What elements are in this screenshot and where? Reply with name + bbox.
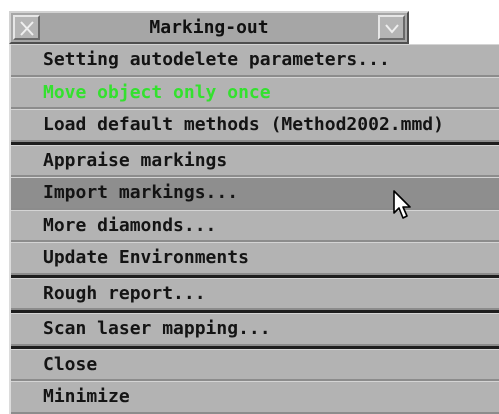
mouse-pointer-icon: [393, 190, 411, 219]
menu-item-scan-laser-mapping[interactable]: Scan laser mapping...: [11, 313, 499, 346]
popup-window: Marking-out Setting autodelete parameter…: [0, 0, 499, 414]
chevron-down-icon: [385, 24, 399, 34]
menu-item-update-environments[interactable]: Update Environments: [11, 242, 499, 275]
menu-item-setting-autodelete[interactable]: Setting autodelete parameters...: [11, 44, 499, 77]
close-button[interactable]: [13, 15, 40, 40]
close-icon: [20, 21, 34, 36]
menu-item-minimize[interactable]: Minimize: [11, 381, 499, 414]
context-menu: Setting autodelete parameters... Move ob…: [9, 44, 499, 414]
window-title: Marking-out: [149, 17, 269, 38]
title-bar[interactable]: Marking-out: [9, 11, 409, 44]
menu-item-appraise-markings[interactable]: Appraise markings: [11, 145, 499, 177]
menu-item-load-default-methods[interactable]: Load default methods (Method2002.mmd): [11, 109, 499, 142]
menu-item-import-markings[interactable]: Import markings...: [11, 177, 499, 210]
window-menu-button[interactable]: [378, 15, 405, 40]
menu-item-more-diamonds[interactable]: More diamonds...: [11, 210, 499, 242]
menu-item-close[interactable]: Close: [11, 349, 499, 381]
menu-item-move-object-once[interactable]: Move object only once: [11, 77, 499, 109]
menu-item-rough-report[interactable]: Rough report...: [11, 278, 499, 310]
